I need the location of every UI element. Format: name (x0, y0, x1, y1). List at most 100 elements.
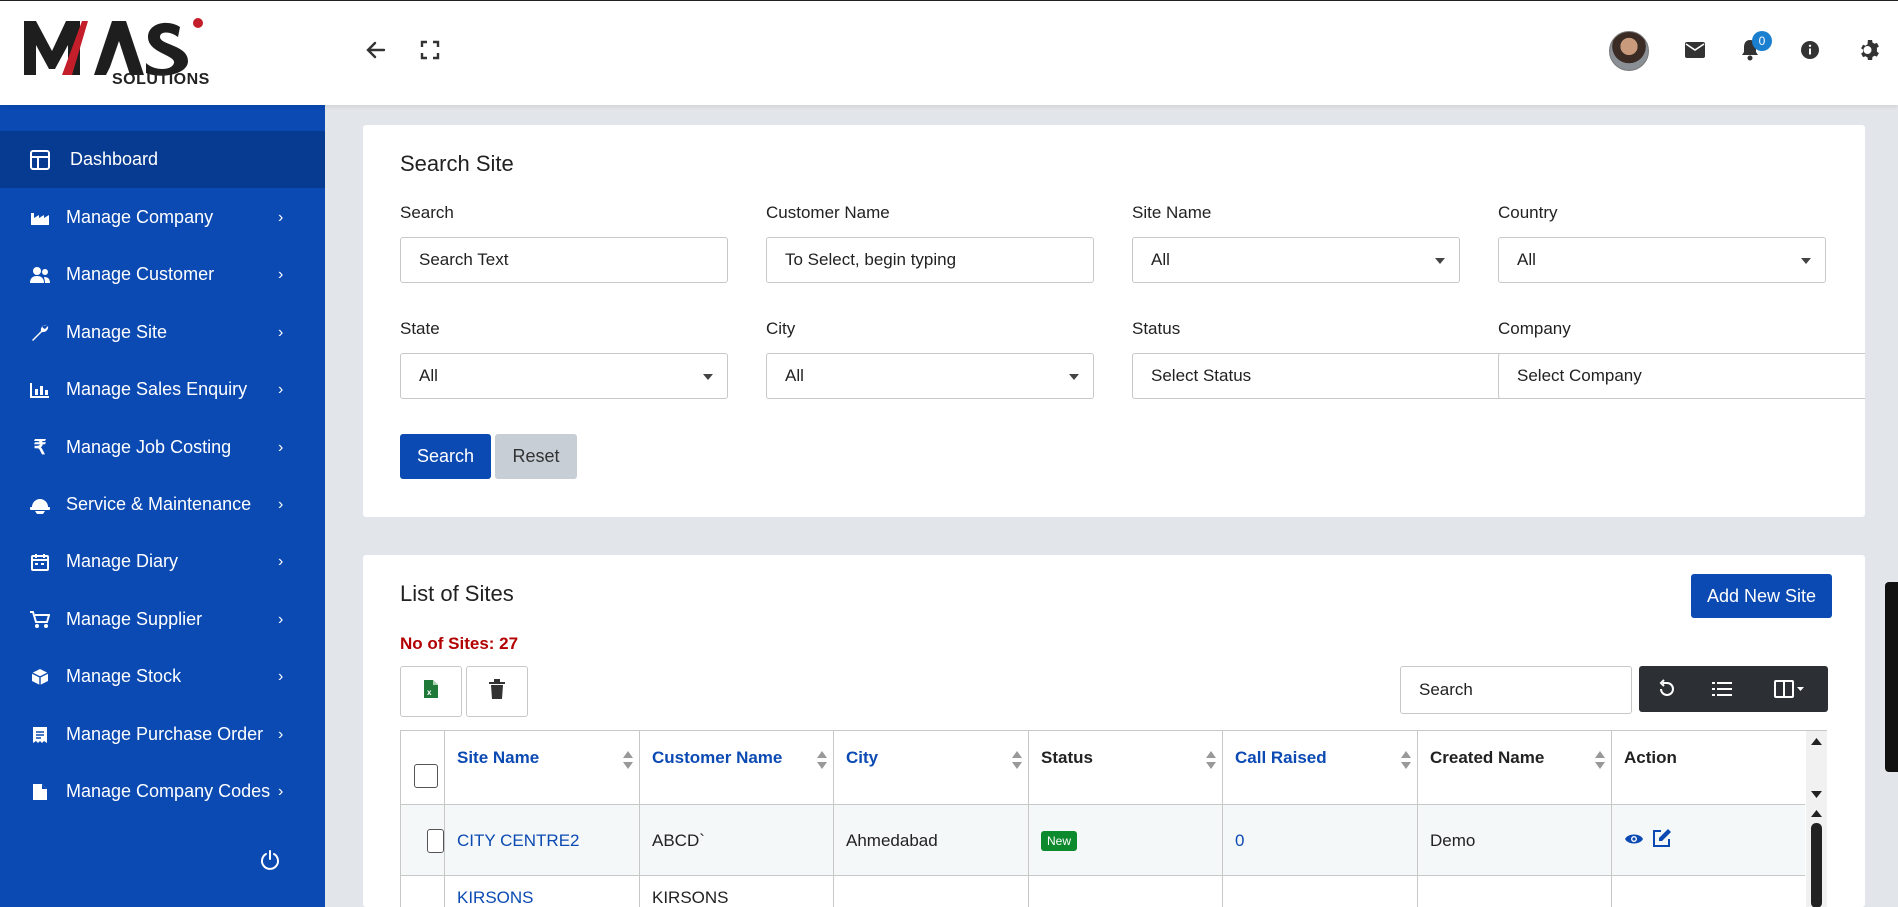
col-created-name[interactable]: Created Name (1418, 731, 1612, 805)
created-name-cell (1418, 876, 1612, 907)
delete-button[interactable] (466, 666, 528, 717)
columns-dropdown-icon[interactable] (1749, 666, 1828, 712)
mail-icon[interactable] (1680, 35, 1710, 65)
col-header-label: Created Name (1430, 748, 1545, 767)
sort-icon (817, 751, 827, 771)
sidebar-item-service-maintenance[interactable]: Service & Maintenance › (0, 476, 325, 533)
logo-subtitle: SOLUTIONS (112, 71, 210, 88)
customer-name-input[interactable]: To Select, begin typing (766, 237, 1094, 283)
power-icon[interactable] (257, 847, 283, 873)
search-card-title: Search Site (400, 151, 514, 176)
search-button[interactable]: Search (400, 434, 491, 479)
status-cell (1029, 876, 1223, 907)
status-select[interactable]: Select Status (1132, 353, 1502, 399)
company-label: Company (1498, 319, 1571, 338)
refresh-icon[interactable] (1639, 666, 1694, 712)
list-view-icon[interactable] (1694, 666, 1749, 712)
row-checkbox[interactable] (427, 828, 444, 853)
status-label: Status (1132, 319, 1181, 338)
col-header-label: Site Name (457, 748, 540, 767)
sidebar-item-manage-diary[interactable]: Manage Diary › (0, 533, 325, 590)
table-row[interactable]: KIRSONS KIRSONS (401, 876, 1805, 907)
sidebar-item-manage-job-costing[interactable]: ₹ Manage Job Costing › (0, 419, 325, 476)
trash-icon (488, 679, 506, 704)
wrench-icon (30, 323, 50, 343)
receipt-icon (30, 725, 50, 745)
sidebar-item-manage-company-codes[interactable]: Manage Company Codes › (0, 763, 325, 820)
call-raised-cell[interactable]: 0 (1223, 805, 1418, 876)
sidebar-item-manage-site[interactable]: Manage Site › (0, 304, 325, 361)
sidebar-item-label: Service & Maintenance (66, 494, 252, 514)
table-search-input[interactable]: Search (1400, 666, 1632, 714)
fullscreen-icon[interactable] (415, 35, 445, 65)
select-all-checkbox[interactable] (414, 764, 438, 788)
chevron-right-icon: › (278, 610, 284, 628)
site-count-label: No of Sites: 27 (400, 634, 519, 653)
gear-icon[interactable] (1855, 35, 1885, 65)
sidebar-item-label: Manage Site (66, 322, 168, 342)
action-cell (1612, 876, 1805, 907)
brand-logo[interactable]: SOLUTIONS (22, 17, 212, 91)
sidebar-item-label: Manage Company Codes (66, 781, 271, 801)
site-name-cell[interactable]: KIRSONS (445, 876, 640, 907)
state-select[interactable]: All (400, 353, 728, 399)
search-input[interactable]: Search Text (400, 237, 728, 283)
city-cell: Ahmedabad (834, 805, 1029, 876)
customer-name-label: Customer Name (766, 203, 890, 222)
city-cell (834, 876, 1029, 907)
country-value: All (1517, 250, 1536, 269)
sidebar-item-label: Manage Sales Enquiry (66, 379, 248, 399)
edit-icon[interactable] (1652, 828, 1672, 853)
table-toolbar (1639, 666, 1828, 712)
table-row[interactable]: CITY CENTRE2 ABCD` Ahmedabad New 0 Demo (401, 805, 1805, 876)
view-eye-icon[interactable] (1624, 831, 1644, 851)
sort-icon (623, 751, 633, 771)
col-city[interactable]: City (834, 731, 1029, 805)
state-value: All (419, 366, 438, 385)
col-site-name[interactable]: Site Name (445, 731, 640, 805)
sidebar-item-label: Manage Supplier (66, 609, 203, 629)
file-icon (30, 782, 50, 802)
dashboard-icon (30, 149, 50, 170)
table-scrollbar[interactable] (1806, 731, 1827, 907)
svg-text:x: x (427, 688, 432, 697)
reset-button[interactable]: Reset (495, 434, 577, 479)
back-arrow-icon[interactable] (361, 35, 391, 65)
box-icon (30, 667, 50, 687)
sidebar-item-manage-purchase-order[interactable]: Manage Purchase Order › (0, 706, 325, 763)
chevron-right-icon: › (278, 380, 284, 398)
caret-down-icon (1435, 258, 1445, 264)
add-new-site-button[interactable]: Add New Site (1691, 574, 1832, 618)
top-header: SOLUTIONS 0 (0, 0, 1898, 105)
company-select[interactable]: Select Company (1498, 353, 1865, 399)
country-select[interactable]: All (1498, 237, 1826, 283)
city-select[interactable]: All (766, 353, 1094, 399)
user-avatar[interactable] (1609, 31, 1649, 71)
list-card-title: List of Sites (400, 581, 514, 606)
chevron-right-icon: › (278, 552, 284, 570)
select-all-cell (401, 731, 445, 805)
rupee-icon: ₹ (33, 437, 47, 459)
site-name-cell[interactable]: CITY CENTRE2 (445, 805, 640, 876)
sidebar-item-manage-supplier[interactable]: Manage Supplier › (0, 591, 325, 648)
sidebar-item-label: Manage Stock (66, 666, 182, 686)
sidebar-item-manage-sales-enquiry[interactable]: Manage Sales Enquiry › (0, 361, 325, 418)
info-icon[interactable] (1795, 35, 1825, 65)
sidebar-item-manage-company[interactable]: Manage Company › (0, 189, 325, 246)
col-call-raised[interactable]: Call Raised (1223, 731, 1418, 805)
col-customer-name[interactable]: Customer Name (640, 731, 834, 805)
chevron-right-icon: › (278, 667, 284, 685)
sidebar-item-manage-stock[interactable]: Manage Stock › (0, 648, 325, 705)
export-excel-button[interactable]: x (400, 666, 462, 717)
sidebar-item-manage-customer[interactable]: Manage Customer › (0, 246, 325, 303)
sidebar-item-label: Manage Company (66, 207, 214, 227)
chevron-right-icon: › (278, 438, 284, 456)
sidebar-item-dashboard[interactable]: Dashboard (0, 131, 325, 188)
state-label: State (400, 319, 440, 338)
col-status[interactable]: Status (1029, 731, 1223, 805)
site-name-label: Site Name (1132, 203, 1212, 222)
floating-toolbar-strip[interactable] (1885, 582, 1898, 772)
chevron-right-icon: › (278, 265, 284, 283)
table-header: Site Name Customer Name City Status Call… (401, 731, 1805, 805)
site-name-select[interactable]: All (1132, 237, 1460, 283)
